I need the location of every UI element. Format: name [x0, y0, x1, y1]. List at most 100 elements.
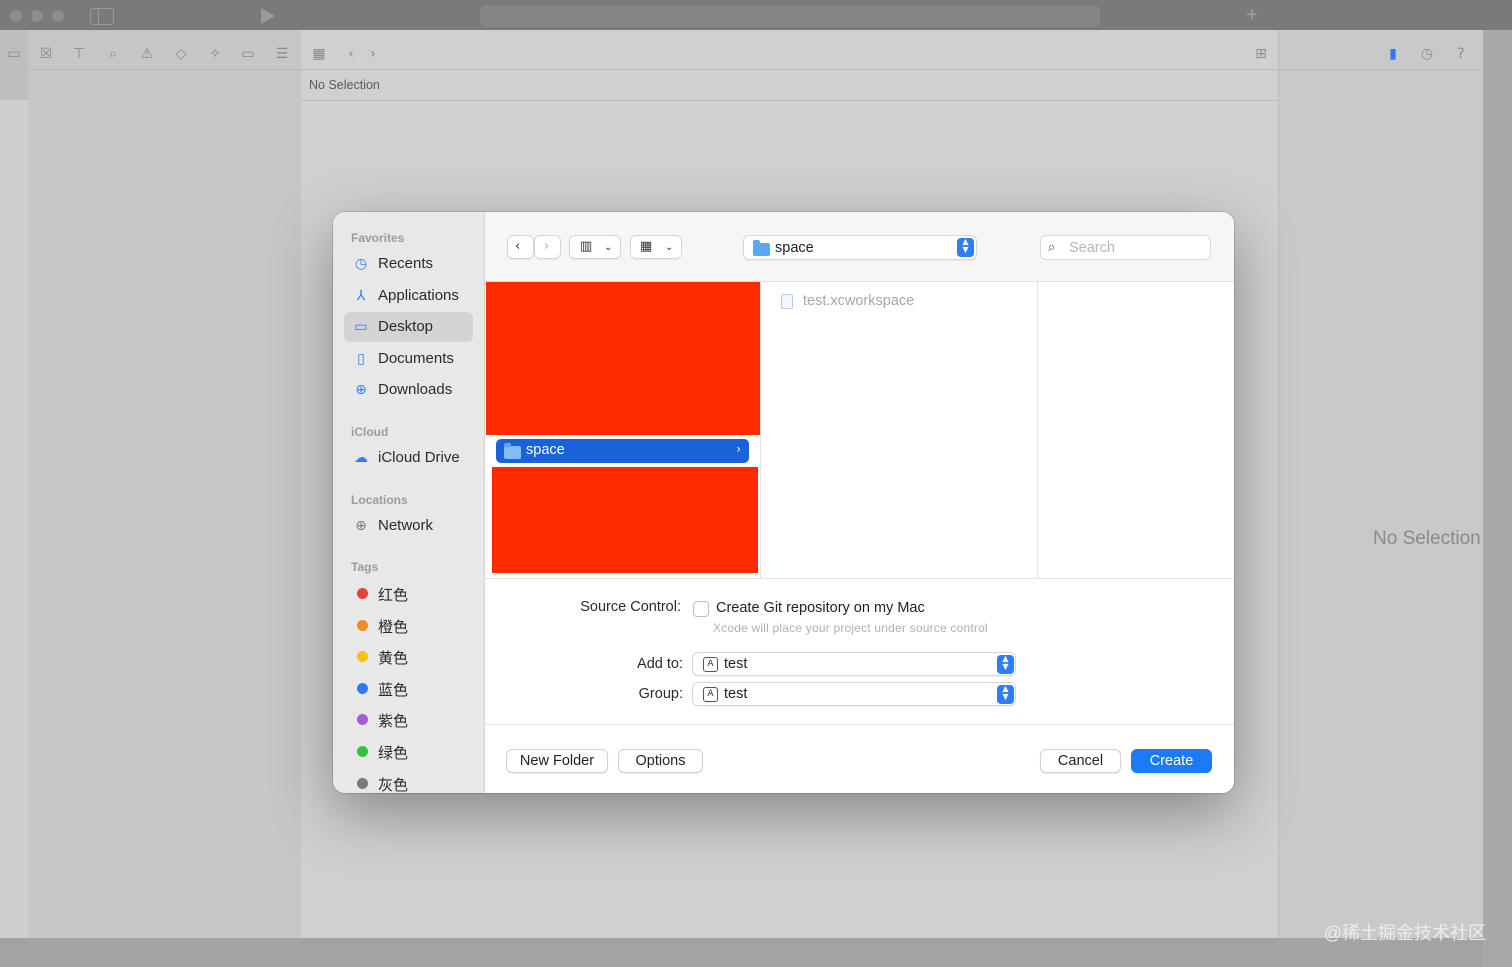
git-help-text: Xcode will place your project under sour…: [713, 621, 988, 635]
sidebar-tag-purple[interactable]: 紫色: [344, 704, 473, 734]
list-item-label: space: [526, 442, 565, 458]
workspace-file-icon: [781, 294, 793, 309]
tag-color-dot: [357, 778, 368, 789]
window-edge: [0, 30, 28, 100]
sidebar-item-label: 红色: [378, 587, 409, 604]
globe-icon: ⊕: [355, 518, 367, 534]
report-icon[interactable]: ☰: [274, 46, 290, 62]
back-icon[interactable]: ‹: [343, 46, 359, 62]
applications-icon: ⅄: [356, 288, 366, 304]
sidebar-item-label: Documents: [378, 350, 454, 367]
git-repository-checkbox[interactable]: [693, 601, 709, 617]
related-items-icon[interactable]: ▦: [311, 46, 327, 62]
group-popup[interactable]: A test ▲ ▼: [692, 682, 1016, 706]
sidebar-tag-orange[interactable]: 橙色: [344, 610, 473, 640]
chevron-left-icon: ‹: [515, 239, 521, 254]
tag-color-dot: [357, 714, 368, 725]
sidebar-tag-gray[interactable]: 灰色: [344, 768, 473, 793]
add-to-popup[interactable]: A test ▲ ▼: [692, 652, 1016, 676]
chevron-right-icon: ›: [736, 442, 741, 456]
cloud-icon: ☁: [354, 450, 368, 466]
sidebar-item-label: Desktop: [378, 318, 434, 335]
navigator-toolbar: ▭ ☒ ⊤ ⌕ ⚠ ◇ ✧ ▭ ☰: [7, 30, 301, 70]
sidebar-item-network[interactable]: ⊕ Network: [344, 511, 473, 541]
folder-icon: [504, 443, 521, 459]
editor-no-selection: No Selection: [309, 78, 380, 92]
run-icon[interactable]: [261, 8, 275, 24]
window-edge-bottom: [0, 938, 1483, 967]
sidebar-tag-blue[interactable]: 蓝色: [344, 673, 473, 703]
source-control-icon[interactable]: ☒: [38, 46, 54, 62]
sidebar-item-downloads[interactable]: ⊕ Downloads: [344, 375, 473, 405]
file-inspector-icon[interactable]: ▮: [1385, 46, 1401, 62]
sidebar-item-label: 绿色: [378, 745, 409, 762]
search-input[interactable]: [1069, 239, 1205, 257]
watermark: @稀土掘金技术社区: [1323, 923, 1486, 943]
popup-stepper-icon: ▲ ▼: [997, 685, 1014, 704]
sidebar-item-label: Recents: [378, 255, 434, 272]
navigator-panel: ▭ ☒ ⊤ ⌕ ⚠ ◇ ✧ ▭ ☰: [7, 30, 301, 938]
symbol-icon[interactable]: ⊤: [71, 46, 87, 62]
issue-icon[interactable]: ⚠: [139, 46, 155, 62]
sidebar-section-tags: Tags: [351, 560, 379, 574]
test-icon[interactable]: ◇: [173, 46, 189, 62]
sidebar-tag-yellow[interactable]: 黄色: [344, 641, 473, 671]
find-icon[interactable]: ⌕: [105, 46, 121, 62]
sidebar-item-label: 黄色: [378, 650, 409, 667]
sidebar-section-icloud: iCloud: [351, 425, 389, 439]
tag-color-dot: [357, 651, 368, 662]
folder-icon[interactable]: ▭: [6, 46, 22, 62]
source-control-label: Source Control:: [580, 599, 681, 615]
create-button[interactable]: Create: [1131, 749, 1212, 773]
add-editor-icon[interactable]: ⊞: [1253, 46, 1269, 62]
editor-jumpbar: ▦ ‹ › ⊞: [301, 30, 1278, 70]
cancel-button[interactable]: Cancel: [1040, 749, 1121, 773]
xcode-titlebar: +: [0, 0, 1512, 30]
breakpoint-icon[interactable]: ▭: [240, 46, 256, 62]
search-field[interactable]: ⌕: [1040, 235, 1211, 260]
navigator-toggle-icon[interactable]: [90, 8, 114, 25]
inspector-no-selection: No Selection: [1373, 528, 1481, 549]
history-icon[interactable]: ◷: [1419, 46, 1435, 62]
search-icon: ⌕: [1048, 240, 1056, 255]
help-icon[interactable]: ?: [1453, 46, 1469, 62]
dialog-footer: New Folder Options Cancel Create: [485, 724, 1234, 793]
document-icon: ▯: [357, 351, 365, 367]
group-by-button[interactable]: ▦ ⌄: [630, 235, 682, 259]
tag-color-dot: [357, 620, 368, 631]
sidebar-item-label: 蓝色: [378, 682, 409, 699]
sidebar-tag-green[interactable]: 绿色: [344, 736, 473, 766]
column-view-button[interactable]: ▥ ⌄: [569, 235, 621, 259]
list-item-label: test.xcworkspace: [803, 293, 915, 309]
sidebar-tag-red[interactable]: 红色: [344, 578, 473, 608]
location-popup[interactable]: space ▲ ▼: [743, 235, 977, 260]
sidebar-item-desktop[interactable]: ▭ Desktop: [344, 312, 473, 342]
options-button[interactable]: Options: [618, 749, 703, 773]
forward-button[interactable]: ›: [534, 235, 561, 259]
list-item-selected[interactable]: space ›: [496, 439, 749, 463]
browser-column-2: test.xcworkspace: [761, 282, 1038, 579]
save-dialog: Favorites ◷ Recents ⅄ Applications ▭ Des…: [333, 212, 1234, 793]
zoom-window-button[interactable]: [52, 10, 64, 22]
new-folder-button[interactable]: New Folder: [506, 749, 608, 773]
redacted-region: [486, 282, 760, 435]
tag-color-dot: [357, 746, 368, 757]
back-button[interactable]: ‹: [507, 235, 534, 259]
sidebar-item-icloud-drive[interactable]: ☁ iCloud Drive: [344, 443, 473, 473]
sidebar-item-documents[interactable]: ▯ Documents: [344, 344, 473, 374]
sidebar-item-recents[interactable]: ◷ Recents: [344, 249, 473, 279]
grid-icon: ▦: [640, 239, 653, 254]
add-icon[interactable]: +: [1246, 4, 1258, 26]
forward-icon[interactable]: ›: [365, 46, 381, 62]
chevron-down-icon: ⌄: [604, 242, 613, 253]
minimize-window-button[interactable]: [31, 10, 43, 22]
close-window-button[interactable]: [10, 10, 22, 22]
clock-icon: ◷: [354, 256, 368, 272]
sidebar-item-label: 橙色: [378, 619, 409, 636]
debug-icon[interactable]: ✧: [207, 46, 223, 62]
sidebar-item-label: Network: [378, 517, 434, 534]
sidebar-item-applications[interactable]: ⅄ Applications: [344, 281, 473, 311]
tag-color-dot: [357, 683, 368, 694]
location-popup-value: space: [775, 240, 814, 256]
git-checkbox-label[interactable]: Create Git repository on my Mac: [716, 600, 925, 616]
